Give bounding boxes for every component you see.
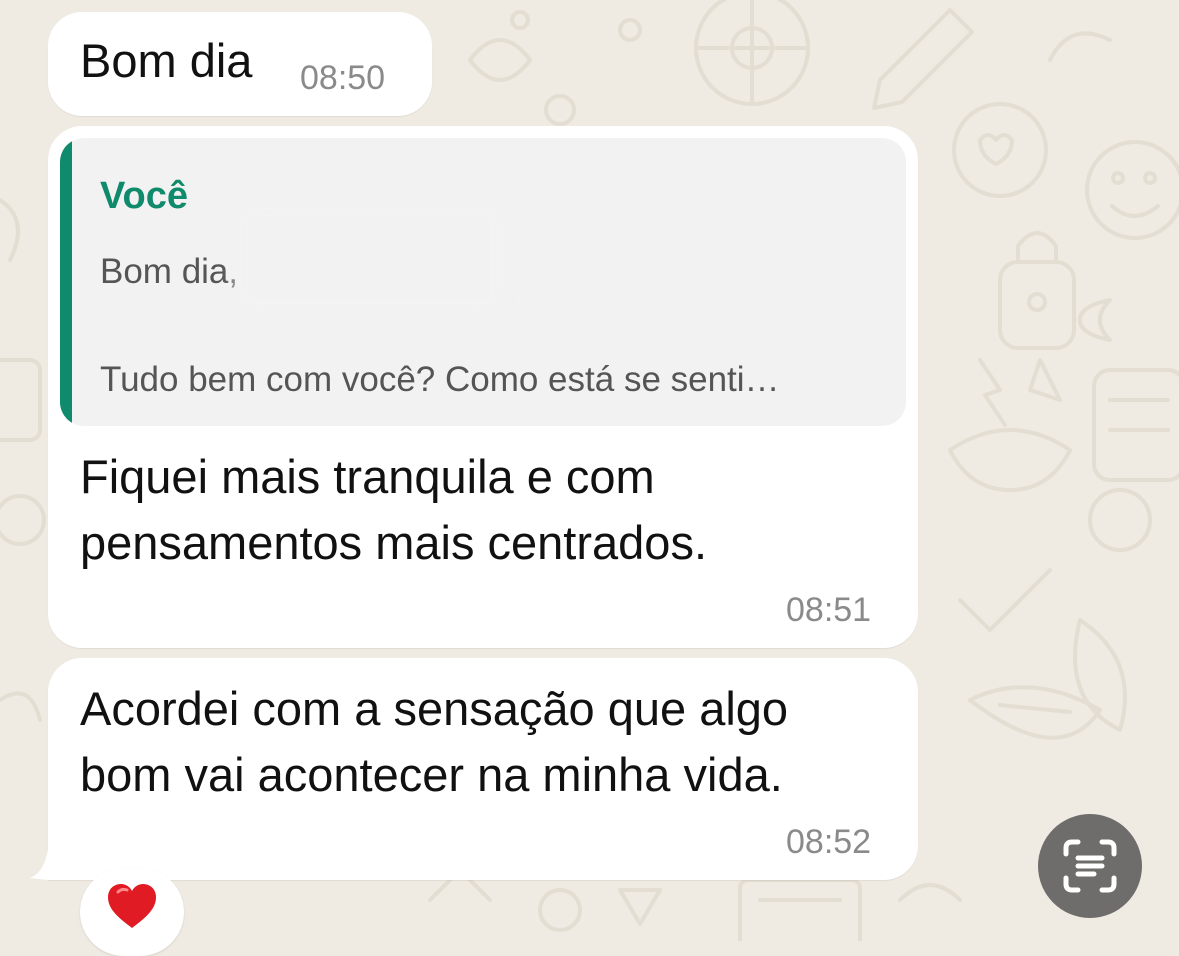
message-timestamp: 08:50 — [300, 59, 386, 97]
message-text-line-2: bom vai acontecer na minha vida. — [80, 748, 783, 801]
quote-accent-bar — [60, 138, 72, 426]
quote-author: Você — [100, 175, 189, 217]
quote-line-2: Tudo bem com você? Como está se senti… — [100, 360, 780, 399]
message-bubble-2[interactable]: Você Bom dia, Tudo bem com você? Como es… — [48, 126, 918, 648]
message-timestamp: 08:51 — [786, 591, 872, 629]
message-bubble-3[interactable]: Acordei com a sensação que algo bom vai … — [48, 658, 918, 880]
redacted-blur — [236, 204, 504, 314]
text-scan-icon — [1063, 839, 1117, 893]
message-text-line-2: pensamentos mais centrados. — [80, 516, 707, 569]
message-bubble-1[interactable]: Bom dia 08:50 — [48, 12, 432, 116]
message-text-line-1: Fiquei mais tranquila e com — [80, 450, 655, 503]
reaction-badge[interactable] — [80, 868, 184, 956]
heart-icon — [108, 884, 156, 928]
message-text-line-1: Acordei com a sensação que algo — [80, 682, 789, 735]
text-scan-button[interactable] — [1038, 814, 1142, 918]
message-timestamp: 08:52 — [786, 823, 872, 861]
quoted-message[interactable]: Você Bom dia, Tudo bem com você? Como es… — [60, 138, 906, 426]
quote-line-1: Bom dia, — [100, 252, 239, 291]
bubble-tail — [30, 850, 48, 880]
message-text: Bom dia — [80, 34, 253, 87]
